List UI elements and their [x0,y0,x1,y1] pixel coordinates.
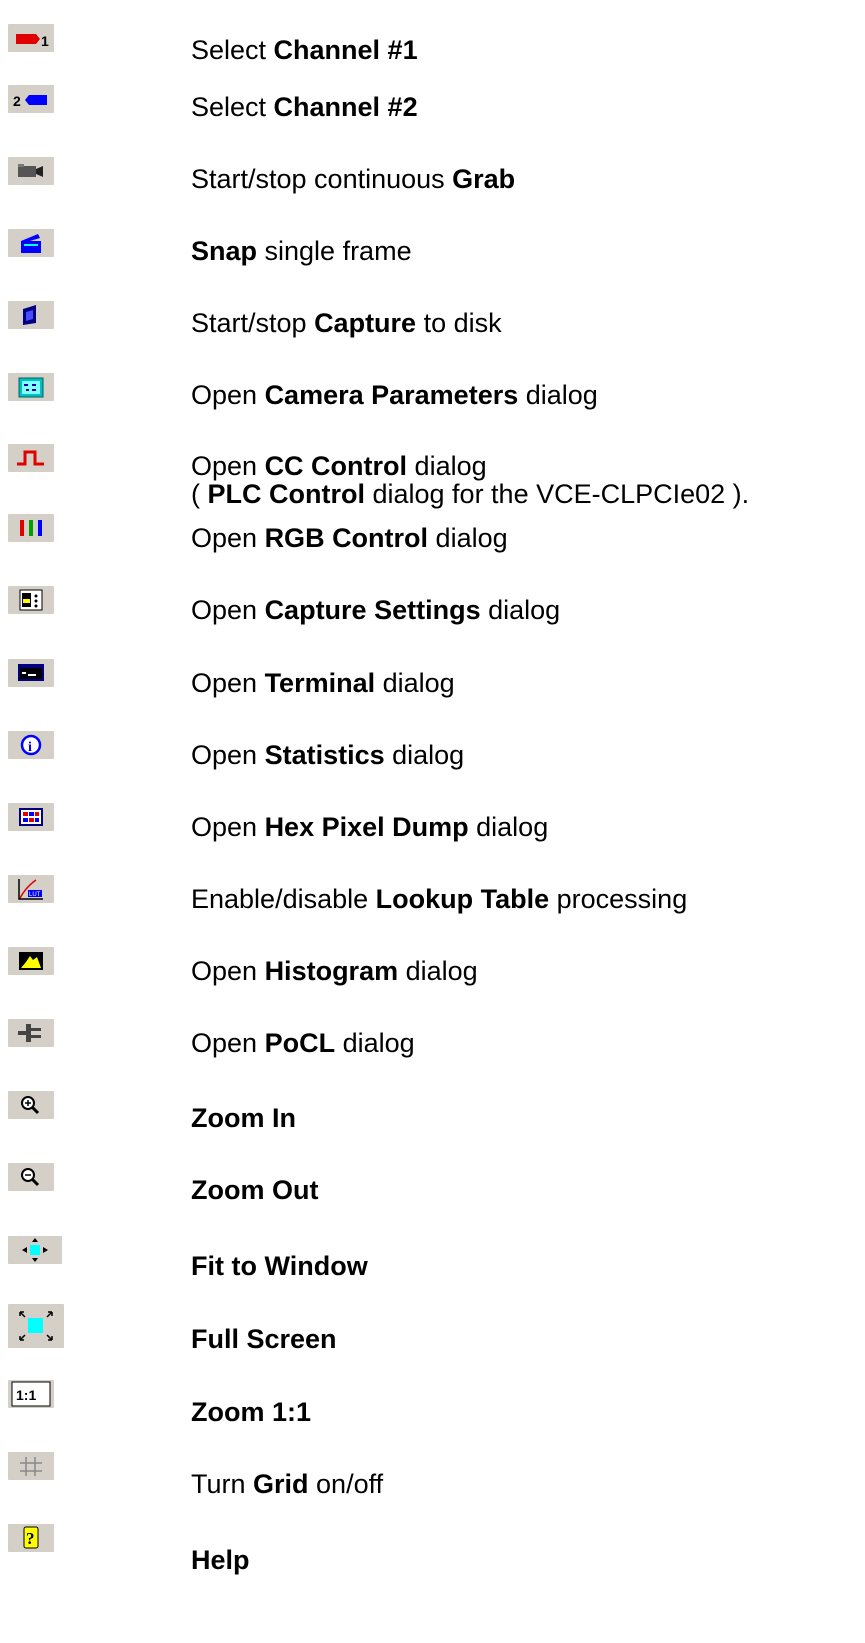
legend-text: Open Histogram dialog [191,956,478,986]
svg-text:i: i [28,740,32,755]
svg-text:1: 1 [41,33,49,49]
legend-text: Open Capture Settings dialog [191,595,561,625]
cc-control-icon[interactable] [8,444,54,472]
fit-to-window-icon[interactable] [8,1236,62,1264]
legend-text: Open Terminal dialog [191,668,455,698]
zoom-1-1-icon[interactable]: 1:1 [8,1380,54,1408]
svg-text:1:1: 1:1 [16,1387,36,1403]
legend-text: Zoom 1:1 [191,1397,312,1427]
grab-camera-icon[interactable] [8,157,54,185]
grid-icon[interactable] [8,1452,54,1480]
pocl-icon[interactable] [8,1019,54,1047]
legend-text: Open Camera Parameters dialog [191,380,598,410]
terminal-icon[interactable] [8,659,54,687]
legend-text: Start/stop continuous Grab [191,164,516,194]
channel-1-icon[interactable]: 1 [8,24,54,52]
svg-text:LUT: LUT [29,892,41,898]
svg-text:?: ? [26,1529,35,1548]
rgb-control-icon[interactable] [8,514,54,542]
zoom-out-icon[interactable] [8,1163,54,1191]
legend-text: Fit to Window [191,1251,368,1281]
legend-text: Select Channel #2 [191,92,418,122]
legend-text: Select Channel #1 [191,35,418,65]
legend-text: Turn Grid on/off [191,1469,384,1499]
legend-text: Open Statistics dialog [191,740,465,770]
legend-text: Full Screen [191,1324,337,1354]
camera-parameters-icon[interactable] [8,373,54,401]
legend-text: Open PoCL dialog [191,1028,415,1058]
channel-2-icon[interactable]: 2 [8,85,54,113]
legend-text: Help [191,1545,250,1575]
legend-text: Zoom In [191,1103,296,1133]
histogram-icon[interactable] [8,947,54,975]
legend-subtext: ( PLC Control dialog for the VCE-CLPCIe0… [191,479,750,509]
zoom-in-icon[interactable] [8,1091,54,1119]
legend-text: Zoom Out [191,1175,319,1205]
full-screen-icon[interactable] [8,1304,64,1348]
capture-settings-icon[interactable] [8,586,54,614]
help-icon[interactable]: ? [8,1524,54,1552]
legend-text: Open RGB Control dialog [191,523,508,553]
legend-text: Start/stop Capture to disk [191,308,502,338]
svg-text:2: 2 [13,93,21,109]
capture-icon[interactable] [8,301,54,329]
lookup-table-icon[interactable]: LUT [8,875,54,903]
hex-pixel-dump-icon[interactable] [8,803,54,831]
legend-text: Open Hex Pixel Dump dialog [191,812,549,842]
snap-icon[interactable] [8,229,54,257]
legend-text: Snap single frame [191,236,412,266]
statistics-icon[interactable]: i [8,731,54,759]
legend-text: Enable/disable Lookup Table processing [191,884,688,914]
